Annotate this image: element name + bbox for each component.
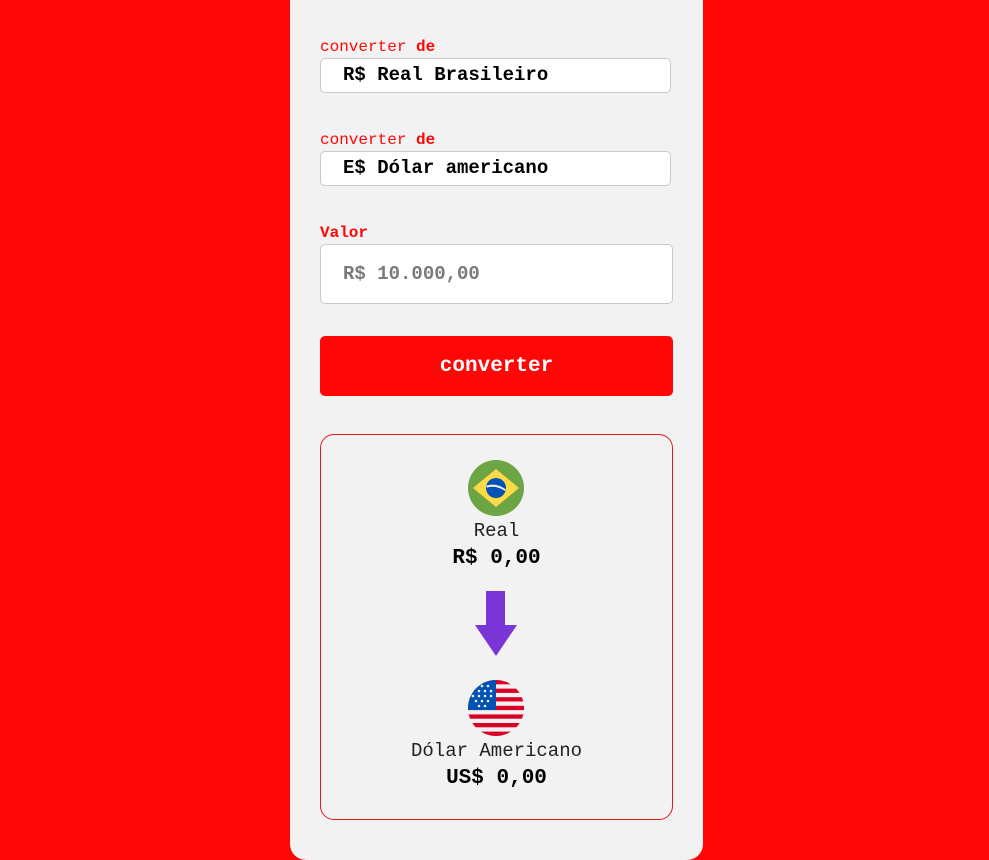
target-currency-amount: US$ 0,00	[446, 767, 547, 790]
from-label-strong: de	[416, 38, 436, 56]
to-currency-label: converter de	[320, 131, 435, 149]
arrow-down-icon	[475, 591, 517, 656]
from-currency-selected: R$ Real Brasileiro	[343, 64, 549, 86]
usa-flag-icon	[468, 680, 524, 736]
to-label-prefix: converter	[320, 131, 407, 149]
to-currency-select[interactable]: E$ Dólar americano	[320, 151, 671, 186]
target-currency-name: Dólar Americano	[410, 740, 583, 762]
from-label-prefix: converter	[320, 38, 407, 56]
value-input[interactable]	[320, 244, 673, 304]
brazil-flag-icon	[468, 460, 524, 516]
from-currency-label: converter de	[320, 38, 435, 56]
value-label: Valor	[320, 224, 369, 242]
from-currency-select[interactable]: R$ Real Brasileiro	[320, 58, 671, 93]
to-label-strong: de	[416, 131, 436, 149]
convert-button[interactable]: converter	[320, 336, 673, 396]
to-currency-selected: E$ Dólar americano	[343, 157, 549, 179]
source-currency-amount: R$ 0,00	[452, 547, 541, 570]
source-currency-name: Real	[473, 520, 520, 542]
